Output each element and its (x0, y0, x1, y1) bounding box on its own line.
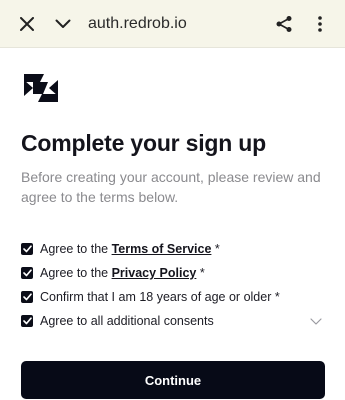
url-text[interactable]: auth.redrob.io (88, 15, 273, 33)
checkbox-additional[interactable] (21, 315, 33, 327)
consent-label: Confirm that I am 18 years of age or old… (40, 290, 280, 304)
continue-button[interactable]: Continue (21, 361, 325, 399)
terms-of-service-link[interactable]: Terms of Service (112, 242, 212, 256)
consent-list: Agree to the Terms of Service * Agree to… (21, 237, 324, 333)
required-mark: * (196, 266, 205, 280)
required-mark: * (211, 242, 220, 256)
more-vert-icon[interactable] (309, 13, 331, 35)
page-title: Complete your sign up (21, 130, 266, 156)
browser-toolbar: auth.redrob.io (0, 0, 345, 48)
consent-prefix: Agree to the (40, 266, 112, 280)
signup-content: Complete your sign up Before creating yo… (0, 68, 345, 399)
consent-terms[interactable]: Agree to the Terms of Service * (21, 237, 324, 261)
checkbox-terms[interactable] (21, 243, 33, 255)
redrob-logo-icon (21, 68, 61, 108)
page-subtitle: Before creating your account, please rev… (21, 169, 321, 205)
share-icon[interactable] (273, 13, 295, 35)
consent-prefix: Agree to the (40, 242, 112, 256)
consent-label: Agree to all additional consents (40, 314, 214, 328)
checkbox-privacy[interactable] (21, 267, 33, 279)
close-icon[interactable] (16, 13, 38, 35)
consent-age[interactable]: Confirm that I am 18 years of age or old… (21, 285, 324, 309)
chevron-down-icon[interactable] (52, 13, 74, 35)
expand-chevron-icon[interactable] (310, 317, 322, 325)
consent-additional[interactable]: Agree to all additional consents (21, 309, 324, 333)
privacy-policy-link[interactable]: Privacy Policy (112, 266, 197, 280)
checkbox-age[interactable] (21, 291, 33, 303)
consent-privacy[interactable]: Agree to the Privacy Policy * (21, 261, 324, 285)
